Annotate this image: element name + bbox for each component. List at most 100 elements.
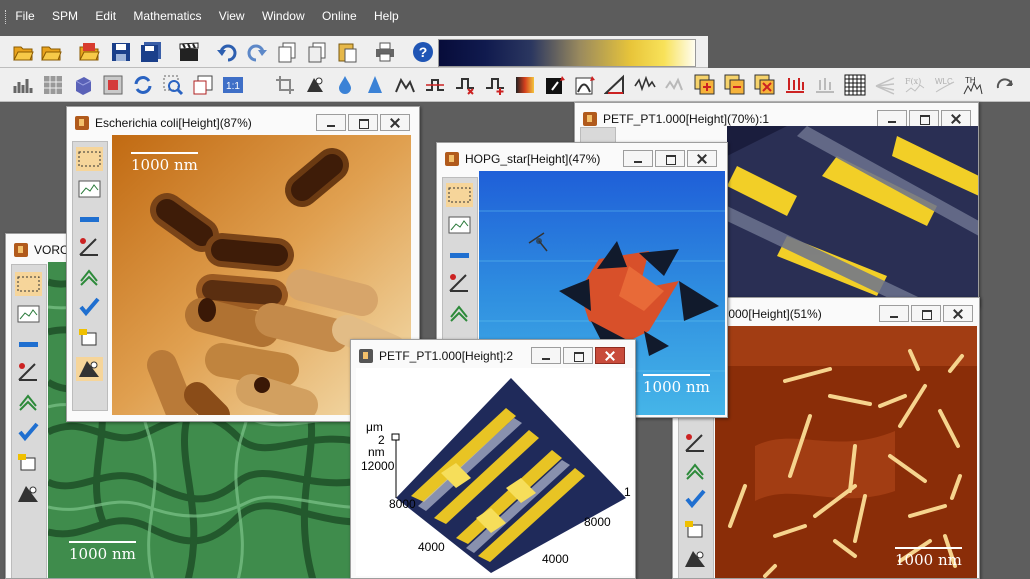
wave-icon[interactable]: [664, 74, 686, 96]
redo-icon[interactable]: [246, 41, 268, 63]
maximize-button[interactable]: [909, 110, 939, 127]
minimize-button[interactable]: [877, 110, 907, 127]
bars-grid-icon[interactable]: [814, 74, 836, 96]
line-tool-icon[interactable]: [76, 207, 103, 231]
window-titlebar[interactable]: Escherichia coli[Height](87%): [67, 107, 419, 137]
th-icon[interactable]: TH: [962, 74, 984, 96]
paste-icon[interactable]: [336, 41, 358, 63]
selection-rect-icon[interactable]: [446, 183, 473, 207]
bars-icon[interactable]: [784, 74, 806, 96]
menu-grip[interactable]: [5, 9, 8, 24]
wlc-icon[interactable]: WLC: [934, 74, 956, 96]
cone-icon[interactable]: [364, 74, 386, 96]
check-icon[interactable]: [76, 295, 103, 319]
petf-51-image[interactable]: [715, 326, 977, 579]
minimize-button[interactable]: [879, 305, 909, 322]
copy-icon[interactable]: [306, 41, 328, 63]
menu-file[interactable]: File: [15, 9, 34, 23]
frame-icon[interactable]: [102, 74, 124, 96]
angle-tool-icon[interactable]: [15, 360, 42, 384]
petf-3d-view[interactable]: μm 2 nm 12000 8000 4000 1 8000 4000: [356, 368, 633, 576]
maximize-button[interactable]: [348, 114, 378, 131]
hexagon-tool-icon[interactable]: [15, 390, 42, 414]
save-all-icon[interactable]: [140, 41, 162, 63]
rotate-icon[interactable]: [544, 74, 566, 96]
selection-rect-icon[interactable]: [76, 147, 103, 171]
selection-rect-icon[interactable]: [15, 272, 42, 296]
crop-icon[interactable]: [274, 74, 296, 96]
open-folder-icon[interactable]: [12, 41, 34, 63]
undo-icon[interactable]: [216, 41, 238, 63]
eraser-icon[interactable]: [76, 325, 103, 349]
maximize-button[interactable]: [655, 150, 685, 167]
angle-tool-icon[interactable]: [446, 271, 473, 295]
shading-icon[interactable]: [304, 74, 326, 96]
refresh-icon[interactable]: [132, 74, 154, 96]
eraser-icon[interactable]: [15, 450, 42, 474]
close-button[interactable]: [687, 150, 717, 167]
petf-70-image[interactable]: [727, 126, 979, 306]
curve-icon[interactable]: [574, 74, 596, 96]
profile-line-icon[interactable]: [446, 213, 473, 237]
zoom-icon[interactable]: [162, 74, 184, 96]
window-petf-3d[interactable]: PETF_PT1.000[Height]:2 μm 2 nm 12000 800…: [350, 339, 636, 579]
maximize-button[interactable]: [911, 305, 941, 322]
step-plus-icon[interactable]: [484, 74, 506, 96]
minimize-button[interactable]: [623, 150, 653, 167]
hexagon-tool-icon[interactable]: [76, 265, 103, 289]
x-box-icon[interactable]: [754, 74, 776, 96]
matrix-icon[interactable]: [844, 74, 866, 96]
formula-icon[interactable]: F(x): [904, 74, 926, 96]
clapperboard-icon[interactable]: [178, 41, 200, 63]
hexagon-tool-icon[interactable]: [446, 301, 473, 325]
help-icon[interactable]: ?: [412, 41, 434, 63]
copy-icon[interactable]: [276, 41, 298, 63]
minimize-button[interactable]: [531, 347, 561, 364]
angle-tool-icon[interactable]: [682, 431, 709, 455]
color-map-icon[interactable]: [514, 74, 536, 96]
menu-window[interactable]: Window: [262, 9, 305, 23]
more-icon[interactable]: [994, 74, 1016, 96]
step-icon[interactable]: [424, 74, 446, 96]
ratio-icon[interactable]: 1:1: [222, 74, 244, 96]
level-tool-icon[interactable]: [15, 482, 42, 506]
save-icon[interactable]: [110, 41, 132, 63]
close-button[interactable]: [941, 110, 971, 127]
plus-box-icon[interactable]: [694, 74, 716, 96]
menu-mathematics[interactable]: Mathematics: [133, 9, 201, 23]
histogram-icon[interactable]: [12, 74, 34, 96]
new-window-icon[interactable]: [192, 74, 214, 96]
cube-icon[interactable]: [72, 74, 94, 96]
menu-edit[interactable]: Edit: [95, 9, 116, 23]
hexagon-tool-icon[interactable]: [682, 459, 709, 483]
open-folder-icon[interactable]: [40, 41, 62, 63]
level-tool-icon[interactable]: [682, 547, 709, 571]
menu-spm[interactable]: SPM: [52, 9, 78, 23]
close-button[interactable]: [380, 114, 410, 131]
profile-icon[interactable]: [394, 74, 416, 96]
color-palette-bar[interactable]: [438, 39, 696, 67]
line-tool-icon[interactable]: [446, 243, 473, 267]
grid-icon[interactable]: [42, 74, 64, 96]
print-icon[interactable]: [374, 41, 396, 63]
menu-view[interactable]: View: [219, 9, 245, 23]
profile-line-icon[interactable]: [15, 302, 42, 326]
window-titlebar[interactable]: HOPG_star[Height](47%): [437, 143, 727, 173]
open-image-folder-icon[interactable]: [78, 41, 100, 63]
window-titlebar[interactable]: PETF_PT1.000[Height]:2: [351, 340, 635, 370]
drop-icon[interactable]: [334, 74, 356, 96]
level-icon[interactable]: [634, 74, 656, 96]
menu-help[interactable]: Help: [374, 9, 399, 23]
level-tool-icon[interactable]: [76, 357, 103, 381]
profile-line-icon[interactable]: [76, 177, 103, 201]
minus-box-icon[interactable]: [724, 74, 746, 96]
maximize-button[interactable]: [563, 347, 593, 364]
eraser-icon[interactable]: [682, 517, 709, 541]
close-button[interactable]: [595, 347, 625, 364]
menu-online[interactable]: Online: [322, 9, 357, 23]
close-button[interactable]: [943, 305, 973, 322]
check-icon[interactable]: [682, 487, 709, 511]
flip-icon[interactable]: [604, 74, 626, 96]
angle-tool-icon[interactable]: [76, 235, 103, 259]
fan-icon[interactable]: [874, 74, 896, 96]
